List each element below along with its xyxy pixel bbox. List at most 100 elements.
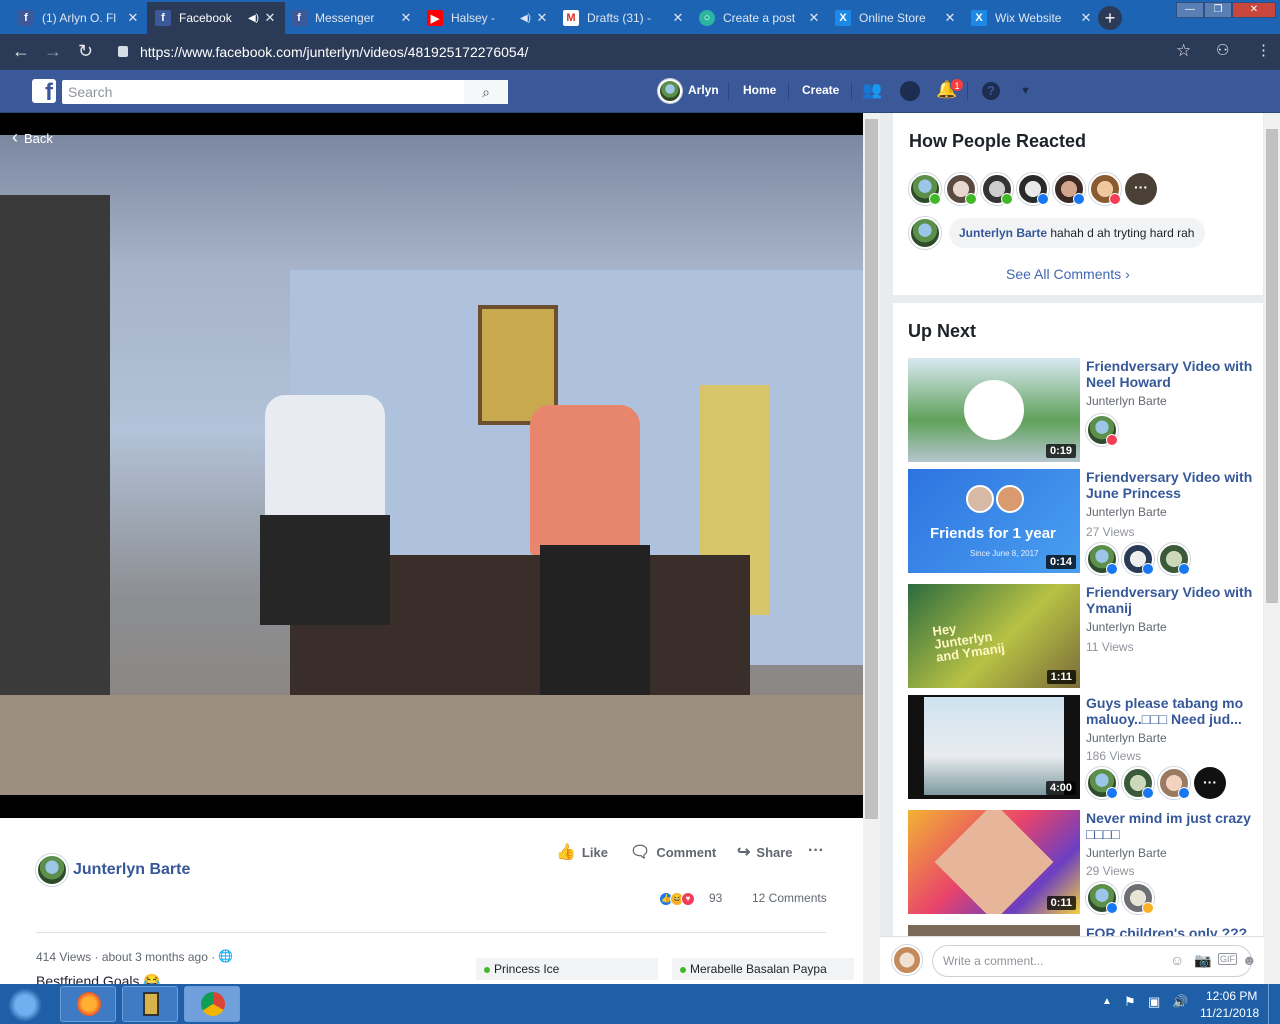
- tray-expand-icon[interactable]: ▲: [1102, 996, 1112, 1007]
- more-reactors-icon[interactable]: ···: [1125, 173, 1157, 205]
- reactor-avatar[interactable]: [1053, 173, 1085, 205]
- tab-halsey[interactable]: ▶ Halsey - ◀) ✕: [419, 2, 557, 34]
- address-bar[interactable]: https://www.facebook.com/junterlyn/video…: [110, 39, 1160, 65]
- comment-button[interactable]: 🗨 Comment: [630, 842, 716, 862]
- reactor-avatar[interactable]: [1122, 882, 1154, 914]
- back-arrow-icon[interactable]: ←: [12, 41, 30, 62]
- video-author[interactable]: Junterlyn Barte: [1086, 620, 1167, 634]
- messenger-icon[interactable]: [900, 81, 920, 101]
- reactor-avatar[interactable]: [981, 173, 1013, 205]
- close-icon[interactable]: ✕: [126, 10, 140, 26]
- video-title-link[interactable]: Never mind im just crazy □□□□: [1086, 810, 1256, 842]
- minimize-button[interactable]: —: [1176, 2, 1204, 18]
- search-input[interactable]: [62, 80, 508, 104]
- tab-create-post[interactable]: ○ Create a post ✕: [691, 2, 829, 34]
- search-icon[interactable]: ⌕: [464, 80, 508, 104]
- video-thumbnail[interactable]: 4:00: [908, 695, 1080, 799]
- reactor-avatar[interactable]: [1122, 543, 1154, 575]
- back-link[interactable]: ‹ Back: [12, 127, 53, 148]
- reactor-avatar[interactable]: [909, 173, 941, 205]
- tab-arlyn-facebook[interactable]: f (1) Arlyn O. Fl ✕: [10, 2, 148, 34]
- page-scrollbar[interactable]: [1264, 113, 1280, 984]
- video-title-link[interactable]: Friendversary Video with Neel Howard: [1086, 358, 1256, 390]
- video-author[interactable]: Junterlyn Barte: [1086, 394, 1167, 408]
- new-tab-button[interactable]: +: [1098, 6, 1122, 30]
- chevron-down-icon[interactable]: ▼: [1020, 85, 1031, 97]
- bookmark-star-icon[interactable]: ☆: [1176, 41, 1191, 61]
- tab-drafts[interactable]: M Drafts (31) - ✕: [555, 2, 693, 34]
- camera-icon[interactable]: 📷: [1194, 952, 1211, 969]
- speaker-icon[interactable]: ◀): [520, 13, 531, 24]
- facebook-logo-icon[interactable]: f: [32, 79, 56, 103]
- firefox-taskbar-button[interactable]: [60, 986, 116, 1022]
- reload-icon[interactable]: ↻: [78, 41, 93, 62]
- comments-count-link[interactable]: 12 Comments: [752, 891, 827, 905]
- tagged-person-pill[interactable]: Merabelle Basalan Paypa: [672, 958, 854, 980]
- maximize-button[interactable]: ❐: [1204, 2, 1232, 18]
- flag-icon[interactable]: ⚑: [1124, 994, 1136, 1010]
- video-thumbnail[interactable]: Hey Junterlyn and Ymanij 1:11: [908, 584, 1080, 688]
- clock-time[interactable]: 12:06 PM: [1206, 989, 1257, 1003]
- reactor-avatar[interactable]: [1086, 543, 1118, 575]
- like-button[interactable]: 👍 Like: [556, 842, 608, 862]
- video-author[interactable]: Junterlyn Barte: [1086, 731, 1167, 745]
- reactor-avatar[interactable]: [1089, 173, 1121, 205]
- video-thumbnail[interactable]: Friends for 1 year Since June 8, 2017 0:…: [908, 469, 1080, 573]
- up-next-item[interactable]: Hey Junterlyn and Ymanij 1:11 Friendvers…: [908, 584, 1268, 692]
- video-author[interactable]: Junterlyn Barte: [1086, 846, 1167, 860]
- tab-facebook[interactable]: f Facebook ◀) ✕: [147, 2, 285, 34]
- close-window-button[interactable]: ✕: [1232, 2, 1276, 18]
- reactor-avatar[interactable]: [1086, 767, 1118, 799]
- video-author[interactable]: Junterlyn Barte: [1086, 505, 1167, 519]
- author-avatar[interactable]: [36, 854, 68, 886]
- up-next-item[interactable]: Friends for 1 year Since June 8, 2017 0:…: [908, 469, 1268, 577]
- home-link[interactable]: Home: [743, 83, 776, 97]
- reactor-avatar[interactable]: [1017, 173, 1049, 205]
- reaction-count[interactable]: 93: [709, 891, 722, 905]
- scrollbar-thumb[interactable]: [865, 119, 878, 819]
- video-thumbnail[interactable]: 0:19: [908, 358, 1080, 462]
- tagged-person-pill[interactable]: Princess Ice: [476, 958, 658, 980]
- tab-wix-website[interactable]: X Wix Website ✕: [963, 2, 1101, 34]
- profile-link[interactable]: Arlyn: [688, 83, 719, 97]
- reactor-avatar[interactable]: [1122, 767, 1154, 799]
- close-icon[interactable]: ✕: [263, 10, 277, 26]
- tab-messenger[interactable]: f Messenger ✕: [283, 2, 421, 34]
- video-thumbnail[interactable]: 0:11: [908, 810, 1080, 914]
- more-options-icon[interactable]: ···: [808, 842, 824, 860]
- reactor-avatar[interactable]: [1086, 414, 1118, 446]
- close-icon[interactable]: ✕: [1079, 10, 1093, 26]
- more-reactors-icon[interactable]: ···: [1194, 767, 1226, 799]
- close-icon[interactable]: ✕: [943, 10, 957, 26]
- author-name[interactable]: Junterlyn Barte: [73, 861, 190, 879]
- video-title-link[interactable]: Guys please tabang mo maluoy..□□□ Need j…: [1086, 695, 1256, 727]
- commenter-avatar[interactable]: [909, 217, 941, 249]
- show-desktop-button[interactable]: [1268, 984, 1280, 1024]
- reactor-avatar[interactable]: [945, 173, 977, 205]
- up-next-item[interactable]: 0:19 Friendversary Video with Neel Howar…: [908, 358, 1268, 466]
- profile-avatar[interactable]: [658, 79, 682, 103]
- chrome-taskbar-button[interactable]: [184, 986, 240, 1022]
- start-button[interactable]: [8, 988, 42, 1022]
- close-icon[interactable]: ✕: [535, 10, 549, 26]
- friend-requests-icon[interactable]: 👥: [862, 80, 882, 100]
- reactor-avatar[interactable]: [1158, 767, 1190, 799]
- gif-icon[interactable]: GIF: [1218, 953, 1237, 965]
- up-next-item[interactable]: 0:11 Never mind im just crazy □□□□ Junte…: [908, 810, 1268, 918]
- comment-author[interactable]: Junterlyn Barte: [959, 226, 1047, 240]
- video-scrollbar[interactable]: [863, 113, 880, 984]
- scrollbar-thumb[interactable]: [1266, 129, 1278, 603]
- up-next-item[interactable]: 4:00 Guys please tabang mo maluoy..□□□ N…: [908, 695, 1268, 803]
- close-icon[interactable]: ✕: [807, 10, 821, 26]
- forward-arrow-icon[interactable]: →: [44, 41, 62, 62]
- video-title-link[interactable]: Friendversary Video with Ymanij: [1086, 584, 1256, 616]
- help-icon[interactable]: ?: [982, 82, 1000, 100]
- create-link[interactable]: Create: [802, 83, 839, 97]
- network-icon[interactable]: ▣: [1148, 994, 1160, 1010]
- close-icon[interactable]: ✕: [399, 10, 413, 26]
- speaker-icon[interactable]: ◀): [248, 13, 259, 24]
- close-icon[interactable]: ✕: [671, 10, 685, 26]
- share-button[interactable]: ↪ Share: [737, 842, 793, 862]
- reactor-avatar[interactable]: [1158, 543, 1190, 575]
- volume-icon[interactable]: 🔊: [1172, 994, 1188, 1010]
